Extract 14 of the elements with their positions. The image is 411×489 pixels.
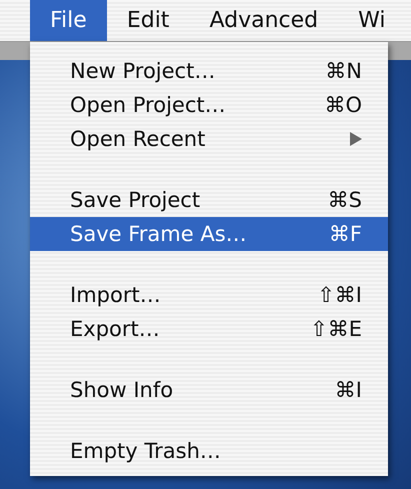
menu-item[interactable]: Save Frame As… ⌘F: [30, 217, 388, 251]
menu-item[interactable]: Show Info ⌘I: [30, 373, 388, 407]
menu-item[interactable]: Open Recent: [30, 122, 388, 156]
menu-title[interactable]: Edit: [106, 0, 190, 41]
menu-item[interactable]: Export… ⇧⌘E: [30, 312, 388, 346]
menu-title[interactable]: File: [30, 0, 107, 41]
menu-item[interactable]: Empty Trash…: [30, 434, 388, 468]
menu-item[interactable]: Open Project… ⌘O: [30, 88, 388, 122]
menu-item[interactable]: Save Project ⌘S: [30, 183, 388, 217]
menu-title[interactable]: Advanced: [189, 0, 338, 41]
menu-item[interactable]: New Project… ⌘N: [30, 54, 388, 88]
submenu-arrow-icon: [350, 132, 362, 146]
menu-title[interactable]: Wi: [338, 0, 406, 41]
menu-item[interactable]: Import… ⇧⌘I: [30, 278, 388, 312]
